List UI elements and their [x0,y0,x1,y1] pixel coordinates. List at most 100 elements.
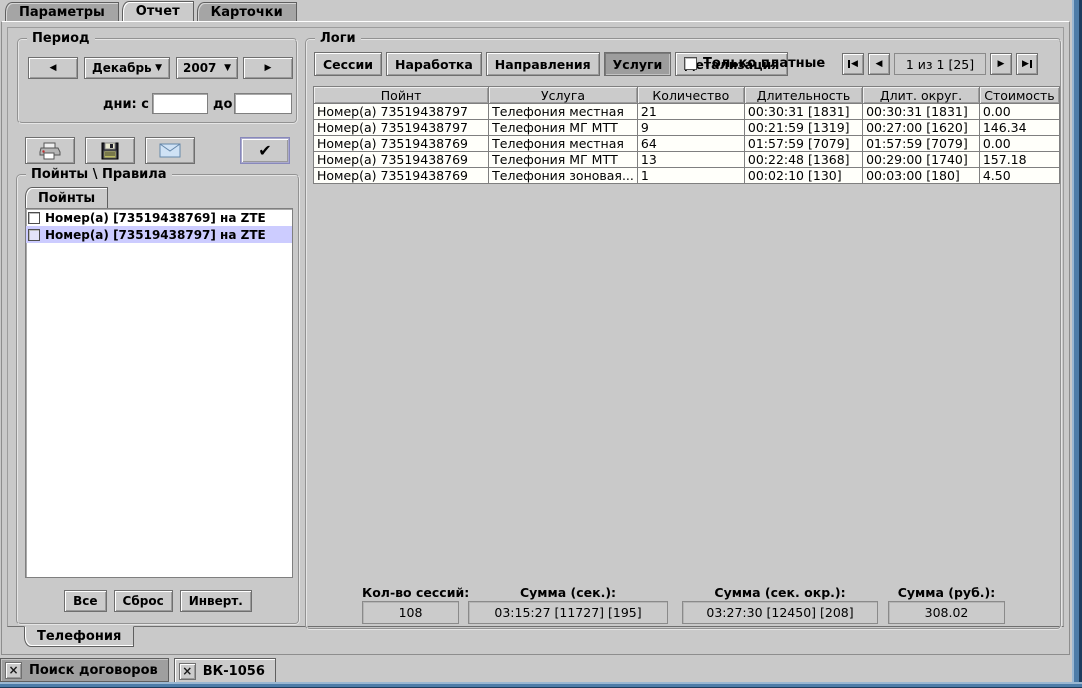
checkbox-icon[interactable] [28,212,40,224]
points-list[interactable]: Номер(а) [73519438769] на ZTE Номер(а) [… [25,208,293,578]
window-frame-bottom [0,682,1082,688]
left-arrow-icon: ◀ [851,59,858,69]
check-icon: ✔ [258,141,271,160]
paid-only-control[interactable]: Только платные [684,56,825,71]
reset-button[interactable]: Сброс [114,590,173,612]
table-header-row: Пойнт Услуга Количество Длительность Дли… [314,87,1060,104]
directions-button[interactable]: Направления [486,52,600,76]
select-all-button[interactable]: Все [64,590,106,612]
services-button[interactable]: Услуги [604,52,672,76]
day-from-input[interactable] [152,93,208,114]
cell: 4.50 [979,168,1059,184]
close-icon: × [8,663,18,677]
col-duration-round[interactable]: Длит. округ. [863,87,980,104]
save-icon [101,142,119,160]
month-dropdown[interactable]: Декабрь ▼ [84,57,170,79]
next-month-button[interactable]: ▶ [243,57,293,79]
logs-group: Логи Сессии Наработка Направления Услуги… [305,38,1062,630]
cell: Телефония местная [489,136,638,152]
first-page-button[interactable]: ◀ [842,53,864,75]
telephony-pane: Период ◀ Декабрь ▼ 2007 ▼ ▶ дни: с до [7,27,1064,627]
cell: Телефония местная [489,104,638,120]
col-duration[interactable]: Длительность [744,87,862,104]
cell: Номер(а) 73519438797 [314,120,489,136]
right-arrow-icon: ▶ [265,64,272,73]
sessions-button[interactable]: Сессии [314,52,382,76]
print-button[interactable] [25,137,75,164]
cell: 64 [637,136,744,152]
tab-kartochki[interactable]: Карточки [197,2,297,21]
summary-label: Сумма (сек.): [468,585,668,600]
col-quantity[interactable]: Количество [637,87,744,104]
tab-telephony[interactable]: Телефония [24,626,134,647]
cell: 00:27:00 [1620] [863,120,980,136]
report-tab-content: Период ◀ Декабрь ▼ 2007 ▼ ▶ дни: с до [1,21,1070,655]
summary-value: 308.02 [888,601,1005,624]
cell: Телефония МГ МТТ [489,120,638,136]
point-label: Номер(а) [73519438797] на ZTE [45,228,266,242]
cell: Телефония зоновая... [489,168,638,184]
mail-icon [159,143,181,158]
right-arrow-icon: ▶ [998,59,1005,69]
table-row[interactable]: Номер(а) 73519438797 Телефония МГ МТТ 9 … [314,120,1060,136]
prev-page-button[interactable]: ◀ [868,53,890,75]
cell: 146.34 [979,120,1059,136]
chevron-down-icon: ▼ [155,64,162,73]
checkbox-icon[interactable] [28,229,40,241]
checkbox-icon[interactable] [684,57,697,70]
cell: 00:22:48 [1368] [744,152,862,168]
cell: Номер(а) 73519438769 [314,152,489,168]
cell: Номер(а) 73519438797 [314,104,489,120]
last-page-button[interactable]: ▶ [1016,53,1038,75]
cell: Номер(а) 73519438769 [314,168,489,184]
close-tab-button[interactable]: × [179,663,196,680]
cell: 00:21:59 [1319] [744,120,862,136]
logs-table[interactable]: Пойнт Услуга Количество Длительность Дли… [313,86,1060,184]
col-cost[interactable]: Стоимость [979,87,1059,104]
period-group: Период ◀ Декабрь ▼ 2007 ▼ ▶ дни: с до [17,38,298,124]
logs-group-title: Логи [315,31,361,46]
cell: 157.18 [979,152,1059,168]
tab-points[interactable]: Пойнты [25,187,108,208]
year-dropdown[interactable]: 2007 ▼ [176,57,238,79]
invert-button[interactable]: Инверт. [180,590,252,612]
day-to-input[interactable] [234,93,292,114]
next-page-button[interactable]: ▶ [990,53,1012,75]
save-button[interactable] [85,137,135,164]
col-point[interactable]: Пойнт [314,87,489,104]
apply-button[interactable]: ✔ [240,137,290,164]
window-tabbar: × Поиск договоров × ВК-1056 [0,658,1070,682]
table-row[interactable]: Номер(а) 73519438797 Телефония местная 2… [314,104,1060,120]
window-tab-vk-1056[interactable]: × ВК-1056 [174,658,276,683]
printer-icon [39,142,61,160]
window-frame-right [1072,0,1082,688]
tab-parametry[interactable]: Параметры [5,2,119,21]
summary-value: 03:15:27 [11727] [195] [468,601,668,624]
window-tab-search-contracts[interactable]: × Поиск договоров [0,658,169,682]
cell: 1 [637,168,744,184]
year-value: 2007 [183,61,216,75]
sessions-count-summary: Кол-во сессий: 108 [362,601,459,624]
page-indicator: 1 из 1 [25] [894,53,986,75]
sum-seconds-rounded-summary: Сумма (сек. окр.): 03:27:30 [12450] [208… [682,601,878,624]
list-item[interactable]: Номер(а) [73519438769] на ZTE [26,209,292,226]
table-row[interactable]: Номер(а) 73519438769 Телефония МГ МТТ 13… [314,152,1060,168]
mail-button[interactable] [145,137,195,164]
cell: Телефония МГ МТТ [489,152,638,168]
bar-icon [848,60,850,68]
uptime-button[interactable]: Наработка [386,52,482,76]
cell: 9 [637,120,744,136]
points-actions: Все Сброс Инверт. [18,590,298,612]
list-item[interactable]: Номер(а) [73519438797] на ZTE [26,226,292,243]
pagination: ◀ ◀ 1 из 1 [25] ▶ ▶ [842,53,1038,75]
points-group: Пойнты \ Правила Пойнты Номер(а) [735194… [16,174,300,625]
close-tab-button[interactable]: × [5,662,22,679]
tab-otchet[interactable]: Отчет [122,1,194,21]
col-service[interactable]: Услуга [489,87,638,104]
month-value: Декабрь [92,61,152,75]
table-row[interactable]: Номер(а) 73519438769 Телефония местная 6… [314,136,1060,152]
table-row[interactable]: Номер(а) 73519438769 Телефония зоновая..… [314,168,1060,184]
cell: 00:30:31 [1831] [744,104,862,120]
prev-month-button[interactable]: ◀ [28,57,78,79]
point-label: Номер(а) [73519438769] на ZTE [45,211,266,225]
